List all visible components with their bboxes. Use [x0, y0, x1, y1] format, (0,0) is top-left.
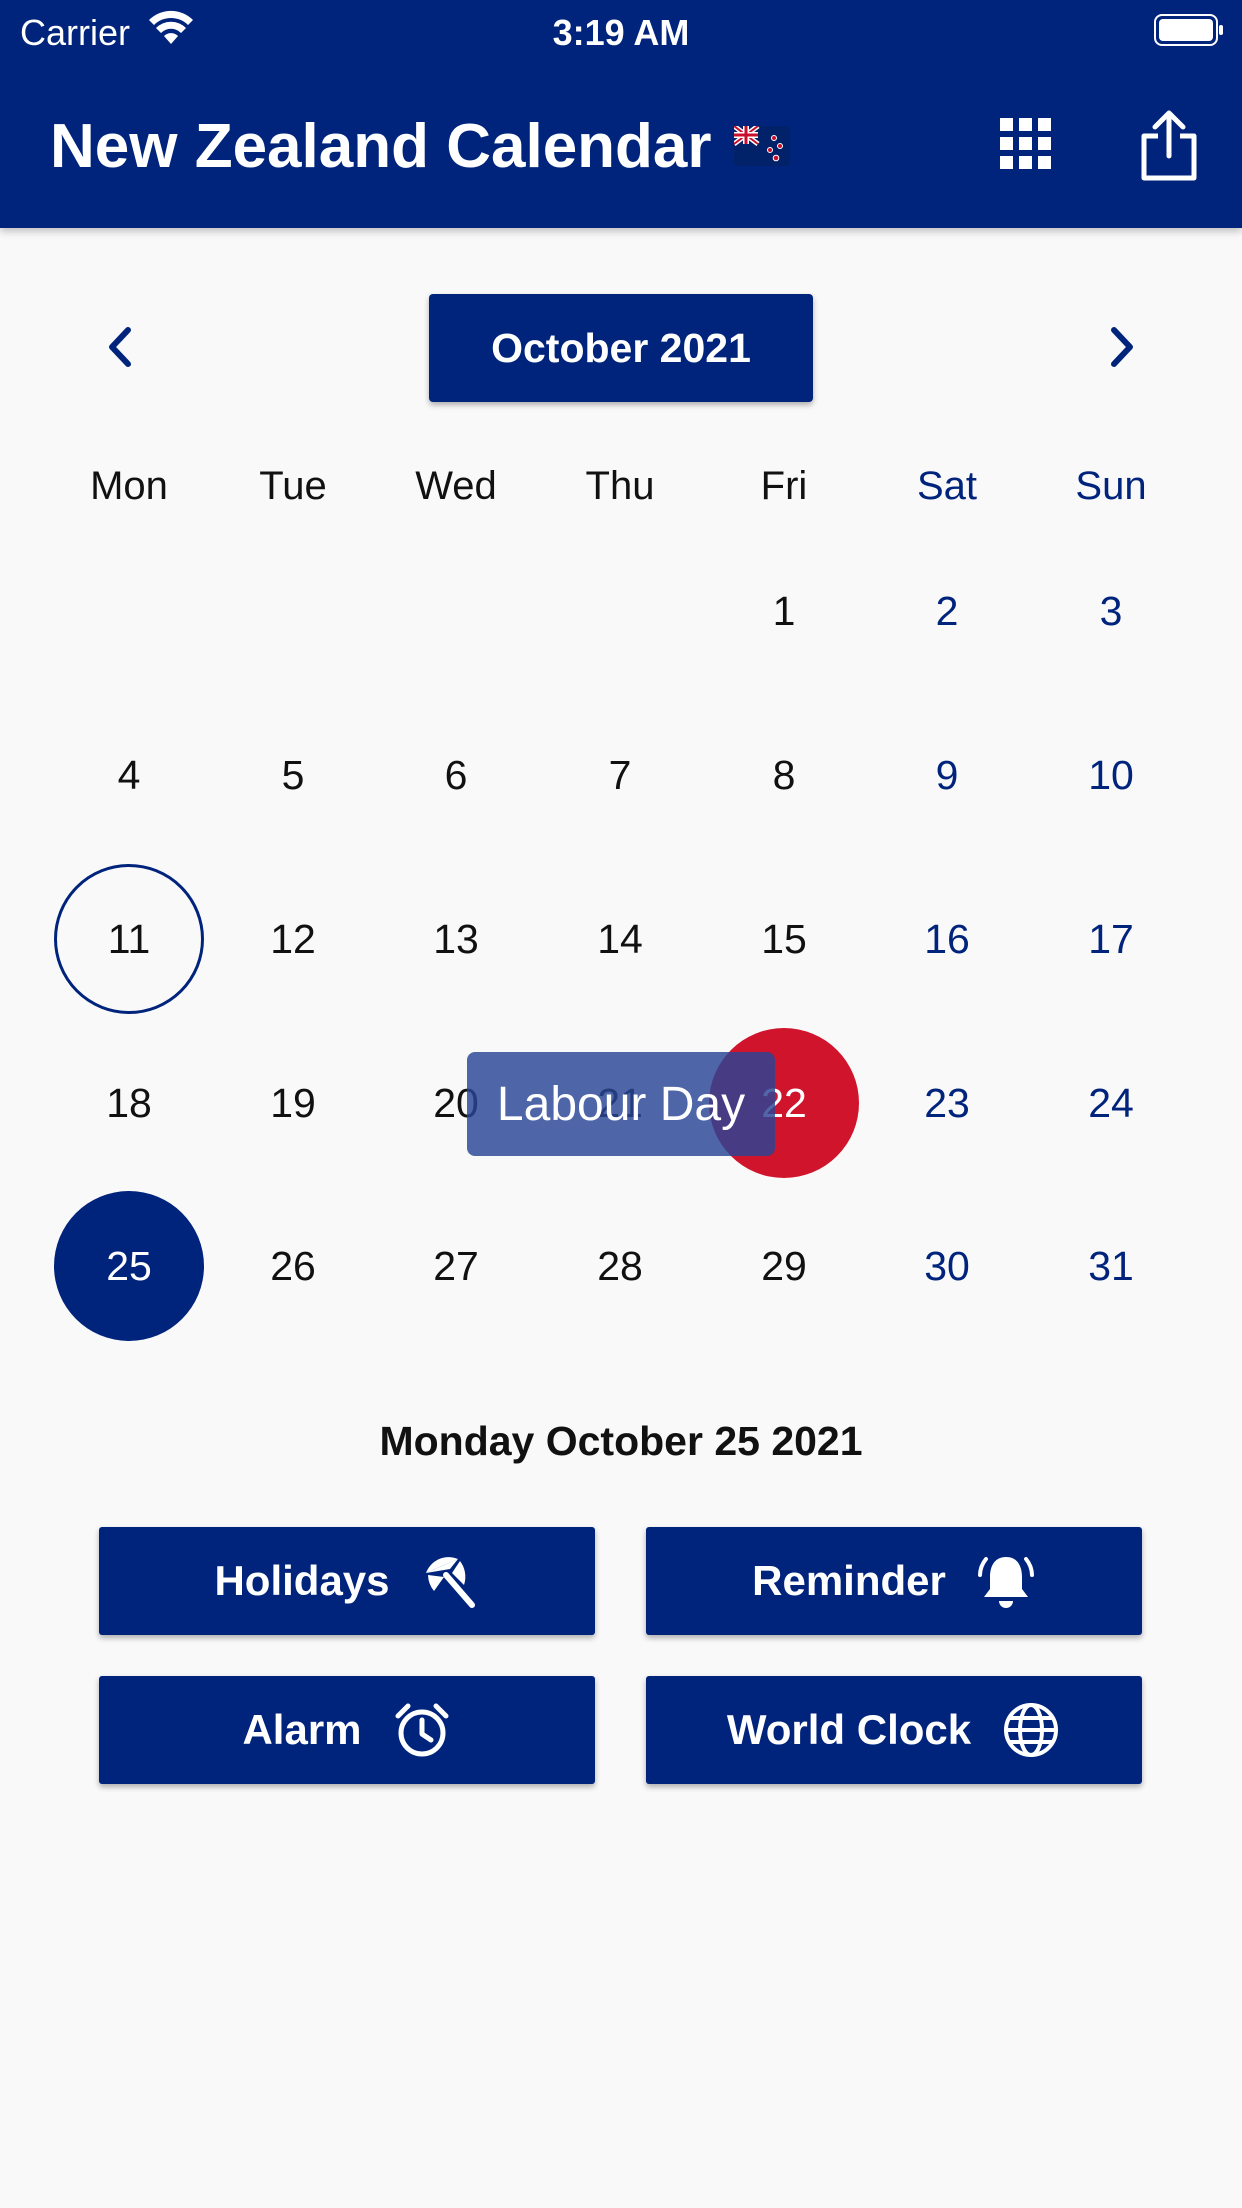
beach-umbrella-icon [425, 1557, 475, 1608]
calendar-day-15[interactable]: 15 [709, 864, 859, 1014]
calendar-day-11[interactable]: 11 [54, 864, 204, 1014]
calendar-day-14[interactable]: 14 [545, 864, 695, 1014]
calendar-day-10[interactable]: 10 [1036, 700, 1186, 850]
selected-date-label: Monday October 25 2021 [379, 1418, 863, 1464]
calendar-day-16[interactable]: 16 [872, 864, 1022, 1014]
alarm-clock-icon [395, 1703, 449, 1757]
weekday-thu: Thu [585, 464, 655, 508]
alarm-button[interactable]: Alarm [99, 1676, 595, 1784]
calendar-day-4[interactable]: 4 [54, 700, 204, 850]
next-month-chevron-icon[interactable] [1096, 322, 1146, 372]
calendar-day-26[interactable]: 26 [218, 1191, 368, 1341]
reminder-button[interactable]: Reminder [646, 1527, 1142, 1635]
calendar-day-17[interactable]: 17 [1036, 864, 1186, 1014]
app-title: New Zealand Calendar [50, 108, 790, 184]
flag-nz-icon [733, 126, 790, 166]
calendar-day-3[interactable]: 3 [1036, 536, 1186, 686]
calendar-day-9[interactable]: 9 [872, 700, 1022, 850]
weekday-tue: Tue [259, 464, 327, 508]
world-clock-button[interactable]: World Clock [646, 1676, 1142, 1784]
calendar-day-24[interactable]: 24 [1036, 1028, 1186, 1178]
calendar-day-27[interactable]: 27 [381, 1191, 531, 1341]
holidays-button[interactable]: Holidays [99, 1527, 595, 1635]
weekday-sun: Sun [1075, 464, 1147, 508]
grid-icon[interactable] [1000, 118, 1052, 170]
app-header: Carrier 3:19 AM New Zealand Calendar [0, 0, 1242, 228]
calendar-day-25[interactable]: 25 [54, 1191, 204, 1341]
calendar-day-19[interactable]: 19 [218, 1028, 368, 1178]
weekday-mon: Mon [90, 464, 168, 508]
previous-month-chevron-icon[interactable] [96, 322, 146, 372]
calendar-day-6[interactable]: 6 [381, 700, 531, 850]
calendar-day-13[interactable]: 13 [381, 864, 531, 1014]
calendar-day-18[interactable]: 18 [54, 1028, 204, 1178]
month-picker-button[interactable]: October 2021 [429, 294, 813, 402]
calendar-day-28[interactable]: 28 [545, 1191, 695, 1341]
calendar-day-12[interactable]: 12 [218, 864, 368, 1014]
app-title-text: New Zealand Calendar [50, 111, 712, 181]
weekday-wed: Wed [415, 464, 497, 508]
share-icon[interactable] [1138, 110, 1200, 182]
weekday-fri: Fri [760, 464, 808, 508]
holiday-tooltip: Labour Day [467, 1052, 775, 1156]
month-label: October 2021 [491, 324, 751, 371]
bell-icon [977, 1557, 1034, 1608]
calendar-day-8[interactable]: 8 [709, 700, 859, 850]
world-clock-button-label: World Clock [726, 1706, 972, 1753]
holidays-button-label: Holidays [214, 1557, 390, 1604]
calendar-day-30[interactable]: 30 [872, 1191, 1022, 1341]
calendar-day-23[interactable]: 23 [872, 1028, 1022, 1178]
calendar-day-5[interactable]: 5 [218, 700, 368, 850]
calendar-day-7[interactable]: 7 [545, 700, 695, 850]
globe-icon [1004, 1703, 1059, 1757]
alarm-button-label: Alarm [242, 1706, 362, 1753]
weekday-sat: Sat [916, 464, 978, 508]
status-bar: Carrier 3:19 AM [0, 0, 1242, 62]
calendar-day-31[interactable]: 31 [1036, 1191, 1186, 1341]
calendar-day-1[interactable]: 1 [709, 536, 859, 686]
status-time: 3:19 AM [552, 12, 690, 53]
calendar-day-2[interactable]: 2 [872, 536, 1022, 686]
calendar-day-29[interactable]: 29 [709, 1191, 859, 1341]
reminder-button-label: Reminder [752, 1557, 946, 1604]
battery-icon [1154, 14, 1223, 46]
